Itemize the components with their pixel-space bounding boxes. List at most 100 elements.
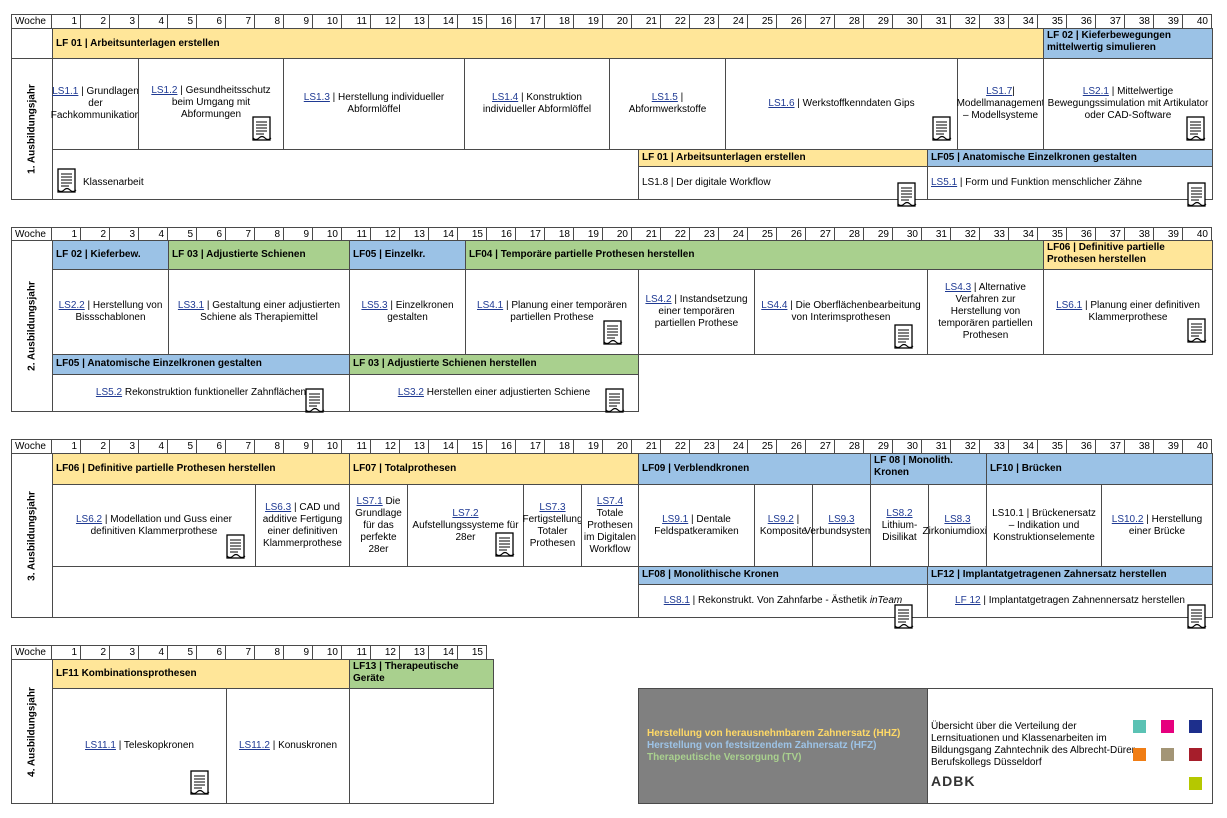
ls2-1-link[interactable]: LS2.1 <box>1083 86 1109 97</box>
ls9-2-link[interactable]: LS9.2 <box>768 514 794 525</box>
ls9-3-text: Verbundsysteme <box>804 525 879 537</box>
ls6-2-link[interactable]: LS6.2 <box>76 514 102 525</box>
ls5-1-link[interactable]: LS5.1 <box>931 177 957 188</box>
week-number: 31 <box>921 14 951 29</box>
week-number: 15 <box>457 14 487 29</box>
ls2-2-cell: LS2.2 | Herstellung von Bissschablonen <box>52 269 169 355</box>
exam-document-icon <box>226 534 246 559</box>
lf09-header: LF09 | Verblendkronen <box>638 453 871 485</box>
lf05-short-header: LF05 | Einzelkr. <box>349 240 466 270</box>
ls7-1-link[interactable]: LS7.1 <box>357 496 383 507</box>
week-number: 4 <box>138 645 168 660</box>
legend-info-text: Übersicht über die Verteilung der Lernsi… <box>931 721 1139 768</box>
lf07-header: LF07 | Totalprothesen <box>349 453 639 485</box>
ls7-4-link[interactable]: LS7.4 <box>597 496 623 507</box>
lf06-header-b: LF06 | Definitive partielle Prothesen he… <box>52 453 350 485</box>
ls11-1-link[interactable]: LS11.1 <box>85 740 116 751</box>
ls1-8-cell: LS1.8 | Der digitale Workflow <box>638 166 928 200</box>
ls7-3-link[interactable]: LS7.3 <box>539 502 565 513</box>
week-number: 24 <box>718 14 748 29</box>
week-number: 34 <box>1008 439 1038 454</box>
ls1-4-link[interactable]: LS1.4 <box>492 92 518 103</box>
ls8-1-link[interactable]: LS8.1 <box>664 595 690 606</box>
ls7-2-link[interactable]: LS7.2 <box>452 508 478 519</box>
week-number: 3 <box>109 14 139 29</box>
week-number: 11 <box>341 14 371 29</box>
ls1-1-cell: LS1.1 | Grundlagen der Fachkommunikation <box>51 58 140 150</box>
week-number: 37 <box>1095 439 1125 454</box>
ls9-1-link[interactable]: LS9.1 <box>662 514 688 525</box>
ls1-3-cell: LS1.3 | Herstellung individueller Abform… <box>283 58 465 150</box>
year-4-label: 4. Ausbildungsjahr <box>11 659 53 804</box>
week-number: 12 <box>370 439 400 454</box>
week-label: Woche <box>11 14 53 29</box>
legend-info-panel: Übersicht über die Verteilung der Lernsi… <box>927 688 1213 804</box>
ls8-2-link[interactable]: LS8.2 <box>886 508 912 519</box>
week-number: 14 <box>428 439 458 454</box>
ls5-3-link[interactable]: LS5.3 <box>361 300 387 311</box>
ls1-1-link[interactable]: LS1.1 <box>52 86 78 97</box>
year-1-label: 1. Ausbildungsjahr <box>11 58 53 200</box>
lf01-header-b: LF 01 | Arbeitsunterlagen erstellen <box>638 149 928 167</box>
lf12-link[interactable]: LF 12 <box>955 595 981 606</box>
ls2-2-link[interactable]: LS2.2 <box>59 300 85 311</box>
ls3-2-text: Herstellen einer adjustierten Schiene <box>423 387 591 398</box>
ls11-2-link[interactable]: LS11.2 <box>239 740 270 751</box>
week-number: 13 <box>399 645 429 660</box>
week-number: 25 <box>747 439 777 454</box>
ls4-2-cell: LS4.2 | Instandsetzung einer temporären … <box>638 269 755 355</box>
ls6-1-link[interactable]: LS6.1 <box>1056 300 1082 311</box>
week-number: 9 <box>283 645 313 660</box>
ls3-2-link[interactable]: LS3.2 <box>398 387 424 398</box>
exam-document-icon <box>894 324 914 349</box>
ls8-3-text: Zirkoniumdioxid <box>922 525 993 537</box>
ls5-2-link[interactable]: LS5.2 <box>96 387 122 398</box>
ls1-6-link[interactable]: LS1.6 <box>768 98 794 109</box>
ls7-3-cell: LS7.3 Fertigstellung Totaler Prothesen <box>522 484 583 567</box>
week-number: 29 <box>863 14 893 29</box>
ls6-3-link[interactable]: LS6.3 <box>265 502 291 513</box>
ls8-1-text: | Rekonstrukt. Von Zahnfarbe - Ästhetik <box>689 595 870 606</box>
week-number: 16 <box>486 14 516 29</box>
week-number: 8 <box>254 14 284 29</box>
adbk-logo: ADBK <box>931 773 976 789</box>
exam-document-icon <box>1186 116 1206 141</box>
ls9-3-link[interactable]: LS9.3 <box>828 514 854 525</box>
ls4-3-cell: LS4.3 | Alternative Verfahren zur Herste… <box>927 269 1044 355</box>
ls4-3-link[interactable]: LS4.3 <box>945 282 971 293</box>
week-number: 37 <box>1095 14 1125 29</box>
week-number: 34 <box>1008 14 1038 29</box>
color-swatch-orange <box>1133 748 1146 761</box>
exam-document-icon <box>57 168 77 193</box>
week-number: 20 <box>602 439 632 454</box>
lf13-empty-cell <box>349 688 494 804</box>
ls4-2-link[interactable]: LS4.2 <box>645 294 671 305</box>
ls7-3-text: Fertigstellung Totaler Prothesen <box>522 513 583 549</box>
week-number: 21 <box>631 14 661 29</box>
week-label: Woche <box>11 645 53 660</box>
exam-document-icon <box>897 182 917 207</box>
ls1-7-link[interactable]: LS1.7 <box>986 86 1012 97</box>
exam-document-icon <box>495 532 515 557</box>
ls1-5-link[interactable]: LS1.5 <box>652 92 678 103</box>
year-3-label: 3. Ausbildungsjahr <box>11 453 53 618</box>
ls8-3-link[interactable]: LS8.3 <box>944 514 970 525</box>
ls4-4-link[interactable]: LS4.4 <box>761 300 787 311</box>
ls1-2-link[interactable]: LS1.2 <box>151 85 177 96</box>
ls10-2-link[interactable]: LS10.2 <box>1112 514 1144 525</box>
week-number: 2 <box>80 439 110 454</box>
ls4-1-link[interactable]: LS4.1 <box>477 300 503 311</box>
week-number: 20 <box>602 14 632 29</box>
week-number: 6 <box>196 645 226 660</box>
ls11-1-text: | Teleskopkronen <box>115 740 194 751</box>
week-number: 40 <box>1182 14 1212 29</box>
week-number: 3 <box>109 645 139 660</box>
week-number: 18 <box>544 14 574 29</box>
ls2-2-text: | Herstellung von Bissschablonen <box>75 300 163 323</box>
week-number: 19 <box>573 14 603 29</box>
ls3-1-link[interactable]: LS3.1 <box>178 300 204 311</box>
ls1-3-link[interactable]: LS1.3 <box>304 92 330 103</box>
lf08-header: LF 08 | Monolith. Kronen <box>870 453 987 485</box>
week-number: 27 <box>805 439 835 454</box>
color-swatch-khaki <box>1161 748 1174 761</box>
